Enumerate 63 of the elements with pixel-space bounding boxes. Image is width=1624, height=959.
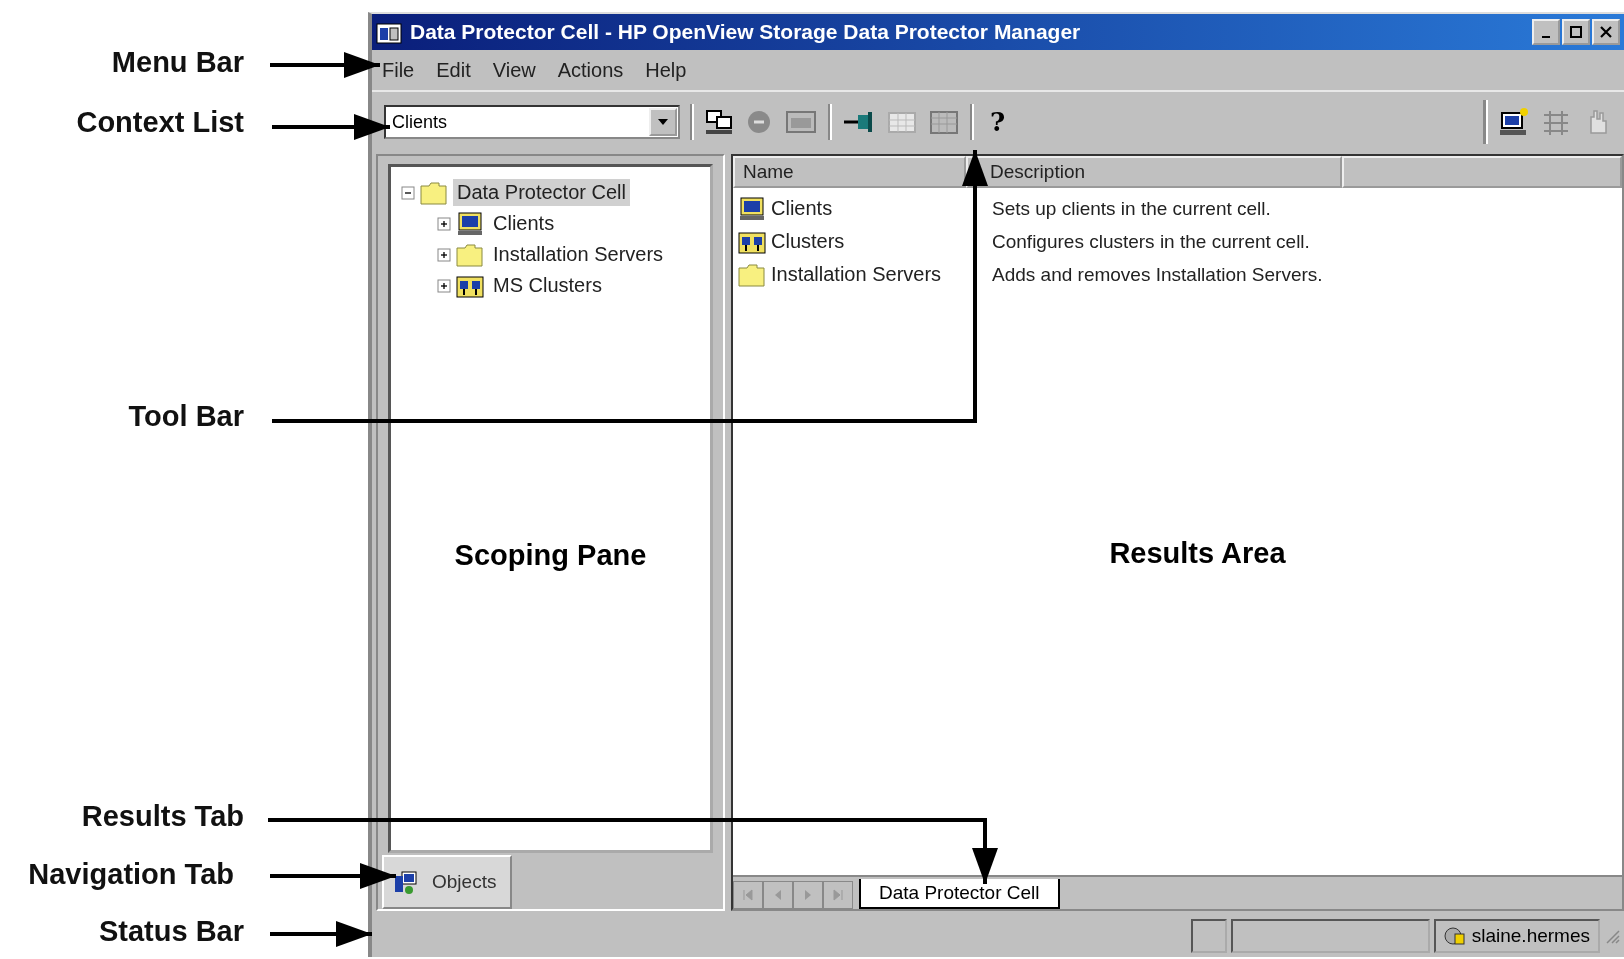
first-tab-button[interactable] [733, 881, 763, 909]
item-name[interactable]: Installation Servers [771, 263, 942, 286]
window-title: Data Protector Cell - HP OpenView Storage Data Protector Manager [410, 20, 1082, 44]
tree-item[interactable]: Data Protector Cell [453, 179, 630, 206]
app-icon [376, 20, 402, 44]
close-icon [1599, 25, 1613, 39]
folder-icon [455, 241, 485, 268]
item-name[interactable]: Clusters [771, 230, 845, 253]
maximize-icon [1569, 25, 1583, 39]
objects-icon [392, 868, 420, 896]
status-panel [1190, 919, 1227, 953]
menu-item[interactable]: Help [645, 58, 687, 82]
pane-label: Results Area [1109, 536, 1286, 570]
window-icon[interactable] [784, 108, 818, 136]
tree-item[interactable]: Installation Servers [489, 241, 668, 268]
callout-label: Context List [76, 106, 244, 139]
item-description: Configures clusters in the current cell. [991, 230, 1310, 253]
last-tab-button[interactable] [823, 881, 853, 909]
computers-icon[interactable] [704, 108, 734, 136]
column-header[interactable]: Description [966, 156, 1342, 188]
expander-icon[interactable] [437, 247, 451, 262]
menu-item[interactable]: Edit [436, 58, 471, 82]
context-dropdown[interactable]: Clients [384, 105, 680, 139]
computer-icon[interactable] [1498, 107, 1530, 137]
user-icon [1443, 925, 1466, 947]
help-button[interactable]: ? [984, 107, 1012, 137]
user-name: slaine.hermes [1471, 925, 1590, 947]
pane-label: Scoping Pane [454, 539, 647, 572]
callout-label: Navigation Tab [28, 858, 234, 891]
maximize-button[interactable] [1562, 19, 1590, 45]
calendar-icon[interactable] [928, 108, 960, 136]
results-tab[interactable]: Data Protector Cell [859, 879, 1060, 909]
minimize-button[interactable] [1532, 19, 1560, 45]
next-tab-button[interactable] [793, 881, 823, 909]
item-description: Sets up clients in the current cell. [991, 197, 1271, 220]
computer-icon [455, 210, 485, 237]
column-header[interactable] [1342, 156, 1622, 188]
item-description: Adds and removes Installation Servers. [991, 263, 1323, 286]
column-header[interactable]: Name [733, 156, 966, 188]
menu-item[interactable]: Actions [557, 58, 624, 82]
expander-icon[interactable] [401, 185, 415, 200]
navigation-tab[interactable]: Objects [382, 855, 513, 909]
callout-label: Results Tab [81, 800, 244, 833]
last-icon [831, 888, 845, 902]
previous-tab-button[interactable] [763, 881, 793, 909]
item-name[interactable]: Clients [771, 197, 833, 220]
callout-label: Status Bar [98, 915, 244, 948]
expander-icon[interactable] [437, 278, 451, 293]
menu-item[interactable]: View [492, 58, 536, 82]
menu-item[interactable]: File [382, 58, 415, 82]
first-icon [741, 888, 755, 902]
resize-grip-icon[interactable] [1604, 928, 1620, 944]
expander-icon[interactable] [437, 216, 451, 231]
folder-icon [419, 179, 449, 206]
computer-icon [737, 195, 767, 222]
minimize-icon [1542, 35, 1550, 38]
close-button[interactable] [1592, 19, 1620, 45]
tree-item[interactable]: Clients [489, 210, 559, 237]
folder-icon [737, 261, 767, 288]
tree-item[interactable]: MS Clusters [489, 272, 606, 299]
dropdown-caret-icon [658, 119, 668, 125]
callout-label: Menu Bar [111, 46, 244, 79]
callout-label: Tool Bar [128, 400, 244, 433]
